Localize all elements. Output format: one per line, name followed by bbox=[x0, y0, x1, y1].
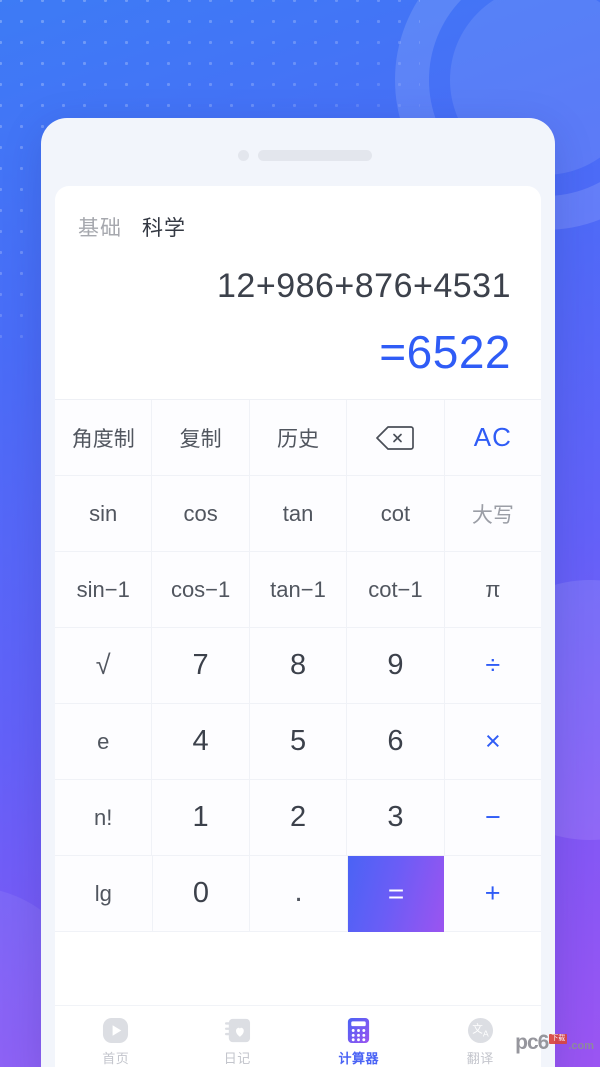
nav-label-home: 首页 bbox=[102, 1051, 130, 1066]
nav-item-home[interactable]: 首页 bbox=[55, 1017, 177, 1067]
screen-root: 基础 科学 12+986+876+4531 =6522 角度制 复制 历史 AC… bbox=[0, 0, 600, 1067]
key-8[interactable]: 8 bbox=[249, 628, 348, 705]
key-divide[interactable]: ÷ bbox=[444, 628, 541, 705]
calculator-display: 12+986+876+4531 =6522 bbox=[55, 232, 541, 399]
expression-text: 12+986+876+4531 bbox=[217, 267, 511, 305]
key-5[interactable]: 5 bbox=[249, 704, 348, 781]
key-backspace[interactable] bbox=[347, 400, 445, 477]
key-cot[interactable]: cot bbox=[347, 476, 445, 553]
diary-heart-icon bbox=[224, 1018, 250, 1043]
key-4[interactable]: 4 bbox=[152, 704, 250, 781]
mode-tabs: 基础 科学 bbox=[55, 186, 541, 240]
watermark: pc6 下载 .com bbox=[515, 1032, 594, 1053]
nav-label-translate: 翻译 bbox=[466, 1051, 494, 1066]
result-text: =6522 bbox=[379, 325, 511, 378]
key-square-root[interactable]: √ bbox=[55, 628, 153, 705]
key-copy[interactable]: 复制 bbox=[152, 400, 250, 477]
keypad-row: lg 0 . = + bbox=[55, 856, 541, 933]
tab-scientific[interactable]: 科学 bbox=[142, 212, 186, 242]
key-equals[interactable]: = bbox=[347, 856, 445, 933]
key-arccos[interactable]: cos−1 bbox=[152, 552, 250, 629]
speaker-pill-icon bbox=[258, 150, 372, 161]
watermark-name: pc6 bbox=[515, 1031, 549, 1054]
key-arcsin[interactable]: sin−1 bbox=[55, 552, 153, 629]
backspace-icon bbox=[376, 426, 415, 450]
svg-text:A: A bbox=[483, 1028, 489, 1038]
bottom-navigation: 首页 日记 计算器 文 A 翻译 bbox=[55, 1005, 541, 1067]
nav-label-diary: 日记 bbox=[223, 1051, 251, 1066]
keypad-row: sin cos tan cot 大写 bbox=[55, 476, 541, 553]
translate-icon: 文 A bbox=[467, 1017, 493, 1044]
key-arctan[interactable]: tan−1 bbox=[249, 552, 348, 629]
key-all-clear[interactable]: AC bbox=[444, 400, 541, 477]
watermark-domain: .com bbox=[568, 1040, 594, 1052]
key-add[interactable]: + bbox=[444, 856, 541, 933]
keypad: 角度制 复制 历史 AC sin cos tan cot 大写 sin−1 co… bbox=[55, 399, 541, 933]
key-pi[interactable]: π bbox=[444, 552, 541, 629]
key-multiply[interactable]: × bbox=[444, 704, 541, 781]
key-uppercase[interactable]: 大写 bbox=[444, 476, 541, 553]
keypad-row: e 4 5 6 × bbox=[55, 704, 541, 781]
calculator-icon bbox=[348, 1017, 370, 1044]
camera-dot-icon bbox=[238, 150, 249, 161]
key-euler-e[interactable]: e bbox=[55, 704, 153, 781]
key-7[interactable]: 7 bbox=[152, 628, 250, 705]
keypad-row: √ 7 8 9 ÷ bbox=[55, 628, 541, 705]
keypad-row: 角度制 复制 历史 AC bbox=[55, 400, 541, 477]
nav-label-calculator: 计算器 bbox=[338, 1051, 379, 1066]
phone-mockup: 基础 科学 12+986+876+4531 =6522 角度制 复制 历史 AC… bbox=[41, 118, 555, 1067]
key-subtract[interactable]: − bbox=[444, 780, 541, 857]
calculator-app-card: 基础 科学 12+986+876+4531 =6522 角度制 复制 历史 AC… bbox=[55, 186, 541, 1006]
key-log10[interactable]: lg bbox=[55, 856, 153, 933]
key-0[interactable]: 0 bbox=[152, 856, 251, 933]
key-6[interactable]: 6 bbox=[347, 704, 445, 781]
watermark-badge: 下载 bbox=[549, 1034, 568, 1044]
key-9[interactable]: 9 bbox=[347, 628, 445, 705]
tab-basic[interactable]: 基础 bbox=[78, 212, 122, 242]
nav-item-calculator[interactable]: 计算器 bbox=[298, 1017, 420, 1067]
keypad-row: n! 1 2 3 − bbox=[55, 780, 541, 857]
key-sin[interactable]: sin bbox=[55, 476, 153, 553]
svg-text:文: 文 bbox=[472, 1022, 483, 1035]
key-cos[interactable]: cos bbox=[152, 476, 250, 553]
key-arccot[interactable]: cot−1 bbox=[347, 552, 445, 629]
keypad-row: sin−1 cos−1 tan−1 cot−1 π bbox=[55, 552, 541, 629]
key-1[interactable]: 1 bbox=[152, 780, 250, 857]
key-3[interactable]: 3 bbox=[347, 780, 445, 857]
key-decimal-point[interactable]: . bbox=[250, 856, 348, 933]
key-factorial[interactable]: n! bbox=[55, 780, 153, 857]
home-play-icon bbox=[103, 1017, 129, 1044]
nav-item-diary[interactable]: 日记 bbox=[177, 1017, 299, 1067]
key-degree-mode[interactable]: 角度制 bbox=[55, 400, 153, 477]
key-2[interactable]: 2 bbox=[249, 780, 348, 857]
key-history[interactable]: 历史 bbox=[249, 400, 348, 477]
key-tan[interactable]: tan bbox=[249, 476, 348, 553]
